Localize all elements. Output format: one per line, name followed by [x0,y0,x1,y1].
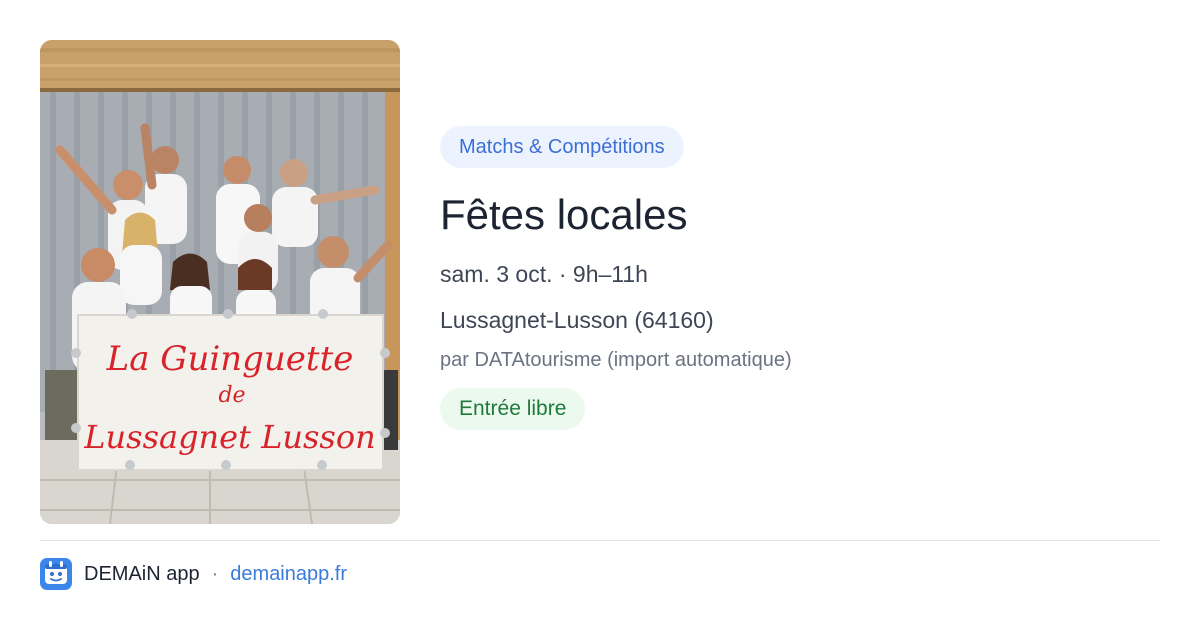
footer: DEMAiN app · demainapp.fr [40,557,347,591]
event-photo: La Guinguette de Lussagnet Lusson [40,40,400,524]
footer-separator: · [211,562,219,585]
event-datetime: sam. 3 oct. · 9h–11h [440,261,648,287]
event-location: Lussagnet-Lusson (64160) [440,307,714,333]
category-chip[interactable]: Matchs & Compétitions [440,126,684,168]
sign-text-line2: de [218,383,245,408]
event-source: par DATAtourisme (import automatique) [440,349,792,371]
demain-app-icon [40,558,72,590]
event-title: Fêtes locales [440,191,688,238]
footer-divider [40,540,1160,541]
event-details: Matchs & Compétitions Fêtes locales sam.… [440,126,1160,430]
sign-text-line1: La Guinguette [106,339,354,379]
price-badge: Entrée libre [440,388,586,430]
app-domain-link[interactable]: demainapp.fr [230,563,347,586]
app-name: DEMAiN app [84,562,200,585]
sign-text-line3: Lussagnet Lusson [83,418,375,456]
